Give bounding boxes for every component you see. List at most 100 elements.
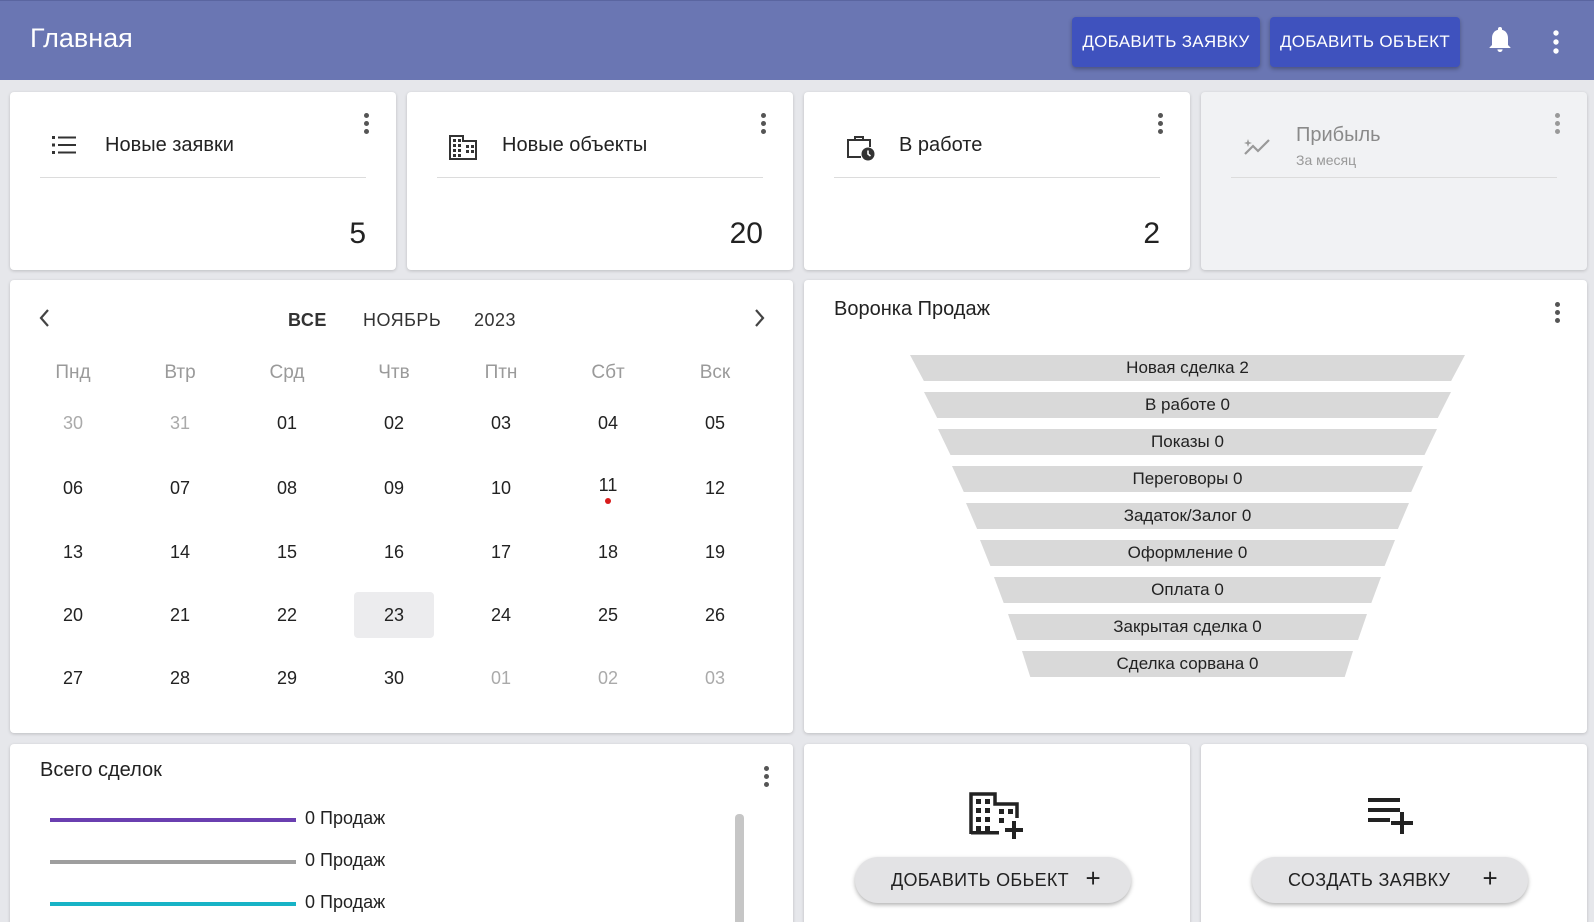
funnel-stage[interactable]: Сделка сорвана 0 [1022, 651, 1353, 677]
calendar-day[interactable]: 01 [461, 655, 541, 701]
funnel-stage[interactable]: Оформление 0 [980, 540, 1395, 566]
calendar-day[interactable]: 10 [461, 465, 541, 511]
card-menu-icon[interactable] [763, 766, 771, 788]
stat-card-new-requests[interactable]: Новые заявки 5 [10, 92, 396, 270]
calendar-day-number: 09 [383, 478, 405, 498]
stat-card-new-objects[interactable]: Новые объекты 20 [407, 92, 793, 270]
calendar-day-number: 06 [62, 478, 84, 498]
stat-label: Прибыль [1296, 124, 1381, 146]
funnel-stage[interactable]: Новая сделка 2 [910, 355, 1465, 381]
calendar-day-number: 20 [62, 605, 84, 625]
calendar-day[interactable]: 30 [33, 400, 113, 446]
calendar-day-number: 14 [169, 542, 191, 562]
stat-header: Новые заявки [40, 122, 366, 178]
stat-label: Новые объекты [502, 134, 648, 156]
calendar-day-number: 29 [276, 668, 298, 688]
weekday-label: Срд [269, 362, 305, 383]
calendar-day[interactable]: 09 [354, 465, 434, 511]
calendar-day-number: 03 [704, 668, 726, 688]
calendar-day[interactable]: 28 [140, 655, 220, 701]
calendar-day[interactable]: 06 [33, 465, 113, 511]
weekday-label: Сбт [591, 362, 625, 383]
stat-sublabel: За месяц [1296, 152, 1357, 168]
more-vert-icon[interactable] [1552, 29, 1560, 60]
calendar-day-number: 17 [490, 542, 512, 562]
calendar-day[interactable]: 08 [247, 465, 327, 511]
calendar-day[interactable]: 13 [33, 529, 113, 575]
create-request-card: СОЗДАТЬ ЗАЯВКУ + [1201, 744, 1587, 922]
calendar-day-number: 27 [62, 668, 84, 688]
calendar-day-number: 10 [490, 478, 512, 498]
chevron-right-icon[interactable] [754, 308, 766, 333]
calendar-day-number: 05 [704, 413, 726, 433]
calendar-day-number: 16 [383, 542, 405, 562]
calendar-day[interactable]: 05 [675, 400, 755, 446]
stat-value: 5 [349, 217, 366, 250]
calendar-day[interactable]: 17 [461, 529, 541, 575]
stat-header: Прибыль За месяц [1231, 122, 1557, 178]
calendar-day[interactable]: 25 [568, 592, 648, 638]
funnel-stage[interactable]: Показы 0 [938, 429, 1437, 455]
sales-funnel-card: Воронка Продаж Новая сделка 2 В работе 0 П… [804, 280, 1587, 733]
calendar-day[interactable]: 07 [140, 465, 220, 511]
calendar-year[interactable]: 2023 [474, 310, 516, 331]
calendar-day-number: 01 [276, 413, 298, 433]
calendar-day[interactable]: 02 [354, 400, 434, 446]
stat-card-in-progress[interactable]: В работе 2 [804, 92, 1190, 270]
add-object-button[interactable]: ДОБАВИТЬ ОБЪЕКТ [1270, 17, 1460, 67]
calendar-day-number: 30 [383, 668, 405, 688]
add-object-action-button[interactable]: ДОБАВИТЬ ОБЬЕКТ + [855, 857, 1131, 903]
funnel-stage[interactable]: Задаток/Залог 0 [966, 503, 1409, 529]
plus-icon: + [1085, 863, 1101, 893]
calendar-day-number: 13 [62, 542, 84, 562]
stat-card-profit[interactable]: Прибыль За месяц [1201, 92, 1587, 270]
calendar-day[interactable]: 31 [140, 400, 220, 446]
calendar-day[interactable]: 24 [461, 592, 541, 638]
calendar-day[interactable]: 26 [675, 592, 755, 638]
list-icon [52, 134, 78, 161]
calendar-day[interactable]: 03 [675, 655, 755, 701]
calendar-day-number: 07 [169, 478, 191, 498]
weekday-label: Вск [699, 362, 731, 383]
calendar-day[interactable]: 20 [33, 592, 113, 638]
calendar-day[interactable]: 16 [354, 529, 434, 575]
create-request-action-button[interactable]: СОЗДАТЬ ЗАЯВКУ + [1252, 857, 1528, 903]
funnel-stage[interactable]: Оплата 0 [994, 577, 1381, 603]
calendar-day-number: 12 [704, 478, 726, 498]
legend-label: 0 Продаж [305, 850, 386, 870]
card-menu-icon[interactable] [1554, 302, 1562, 324]
calendar-month[interactable]: НОЯБРЬ [363, 310, 441, 331]
calendar-day[interactable]: 22 [247, 592, 327, 638]
calendar-day[interactable]: 03 [461, 400, 541, 446]
chevron-left-icon[interactable] [38, 308, 50, 333]
calendar-day[interactable]: 21 [140, 592, 220, 638]
calendar-day[interactable]: 18 [568, 529, 648, 575]
calendar-day[interactable]: 27 [33, 655, 113, 701]
calendar-day-number: 22 [276, 605, 298, 625]
add-request-button[interactable]: ДОБАВИТЬ ЗАЯВКУ [1072, 17, 1260, 67]
funnel-stage[interactable]: В работе 0 [924, 392, 1451, 418]
calendar-day-number: 30 [62, 413, 84, 433]
funnel-stage[interactable]: Закрытая сделка 0 [1008, 614, 1367, 640]
bell-icon[interactable] [1488, 27, 1512, 58]
calendar-day[interactable]: 02 [568, 655, 648, 701]
calendar-day[interactable]: 12 [675, 465, 755, 511]
calendar-day[interactable]: 14 [140, 529, 220, 575]
calendar-day-number: 02 [383, 413, 405, 433]
calendar-filter[interactable]: ВСЕ [288, 310, 327, 331]
calendar-day[interactable]: 01 [247, 400, 327, 446]
calendar-day[interactable]: 23 [354, 592, 434, 638]
weekday-label: Пнд [55, 362, 91, 383]
top-app-bar: Главная ДОБАВИТЬ ЗАЯВКУ ДОБАВИТЬ ОБЪЕКТ [0, 0, 1594, 80]
calendar-day[interactable]: 29 [247, 655, 327, 701]
scrollbar-thumb[interactable] [735, 814, 744, 922]
calendar-day[interactable]: 04 [568, 400, 648, 446]
calendar-day[interactable]: 19 [675, 529, 755, 575]
funnel-stage[interactable]: Переговоры 0 [952, 466, 1423, 492]
calendar-day[interactable]: 30 [354, 655, 434, 701]
building-icon [449, 134, 477, 165]
calendar-day[interactable]: 15 [247, 529, 327, 575]
calendar-day[interactable]: 11 [568, 465, 648, 511]
create-request-action-label: СОЗДАТЬ ЗАЯВКУ [1288, 869, 1451, 890]
stat-header: Новые объекты [437, 122, 763, 178]
